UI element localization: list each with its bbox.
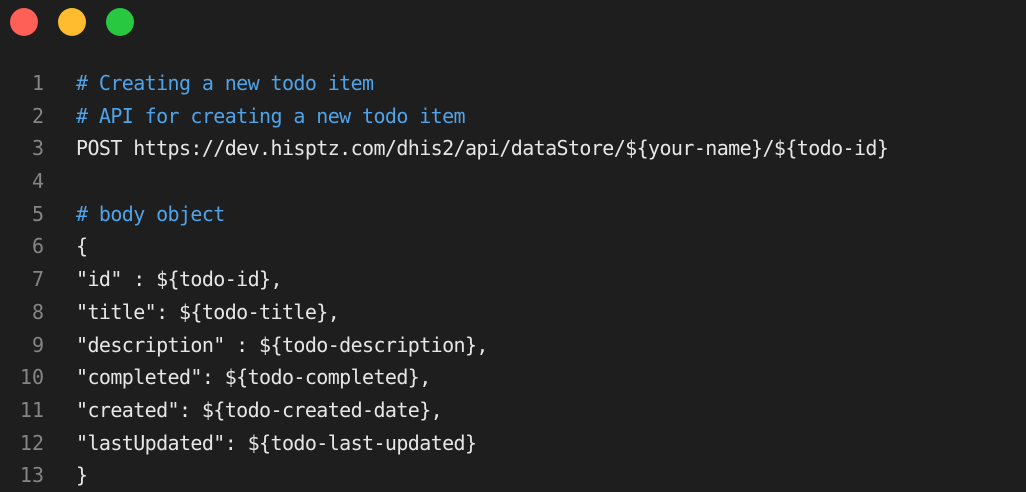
close-button[interactable]: [10, 8, 38, 36]
line-number: 8: [31, 299, 44, 324]
code-line: 8 "title": ${todo-title},: [0, 296, 1026, 329]
code-line: 12 "lastUpdated": ${todo-last-updated}: [0, 427, 1026, 460]
line-number: 3: [31, 136, 44, 161]
code-line: 13 }: [0, 459, 1026, 492]
code-text: {: [76, 234, 88, 259]
line-number: 4: [31, 169, 44, 194]
line-number: 9: [31, 332, 44, 357]
minimize-button[interactable]: [58, 8, 86, 36]
line-number: 11: [19, 397, 44, 422]
code-line: 2 # API for creating a new todo item: [0, 100, 1026, 133]
code-text: POST https://dev.hisptz.com/dhis2/api/da…: [76, 136, 889, 161]
code-text: "created": ${todo-created-date},: [76, 397, 443, 422]
code-comment: # body object: [76, 201, 225, 226]
code-text: "id" : ${todo-id},: [76, 267, 283, 292]
maximize-button[interactable]: [106, 8, 134, 36]
code-block: 1 # Creating a new todo item 2 # API for…: [0, 67, 1026, 492]
code-text: "title": ${todo-title},: [76, 299, 340, 324]
code-line: 11 "created": ${todo-created-date},: [0, 394, 1026, 427]
line-number: 13: [19, 463, 44, 488]
code-line: 3 POST https://dev.hisptz.com/dhis2/api/…: [0, 132, 1026, 165]
code-line: 1 # Creating a new todo item: [0, 67, 1026, 100]
line-number: 1: [31, 71, 44, 95]
line-number: 7: [31, 267, 44, 292]
code-window: 1 # Creating a new todo item 2 # API for…: [0, 0, 1026, 489]
code-text: }: [76, 463, 88, 488]
code-text: "description" : ${todo-description},: [76, 332, 488, 357]
code-comment: # Creating a new todo item: [76, 71, 374, 95]
code-line: 9 "description" : ${todo-description},: [0, 329, 1026, 362]
code-line: 5 # body object: [0, 198, 1026, 231]
line-number: 10: [19, 365, 44, 390]
code-comment: # API for creating a new todo item: [76, 103, 466, 128]
code-text: "completed": ${todo-completed},: [76, 365, 431, 390]
code-line: 10 "completed": ${todo-completed},: [0, 361, 1026, 394]
line-number: 12: [19, 430, 44, 455]
line-number: 6: [31, 234, 44, 259]
code-line: 7 "id" : ${todo-id},: [0, 263, 1026, 296]
line-number: 2: [31, 103, 44, 128]
code-line: 6 {: [0, 230, 1026, 263]
window-controls: [10, 8, 134, 36]
line-number: 5: [31, 201, 44, 226]
code-line: 4: [0, 165, 1026, 198]
code-text: "lastUpdated": ${todo-last-updated}: [76, 430, 477, 455]
